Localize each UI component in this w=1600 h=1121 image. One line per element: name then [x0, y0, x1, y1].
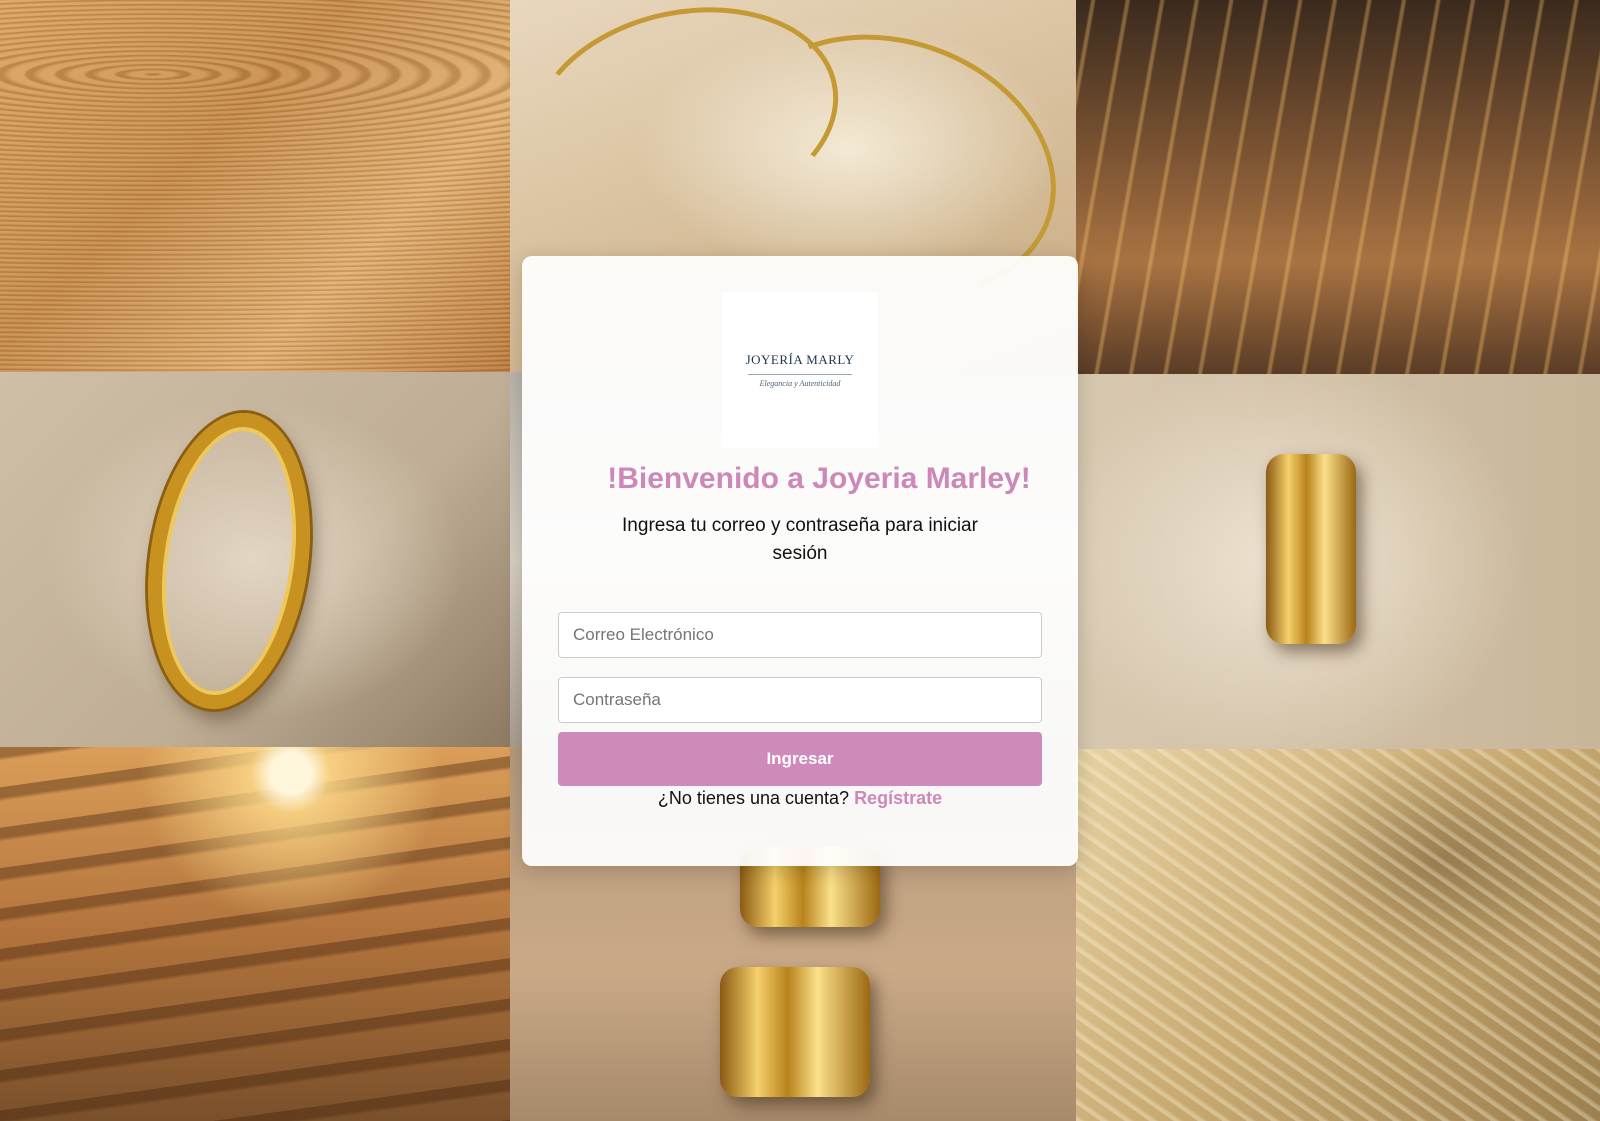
earring-shape: [720, 967, 870, 1097]
welcome-title: !Bienvenido a Joyeria Marley!: [607, 462, 1031, 495]
bg-tile-palm-water: [1076, 749, 1600, 1121]
ring-shape: [130, 402, 328, 720]
bg-tile-gold-ring: [0, 372, 510, 747]
bg-tile-gold-ring-2: [1076, 374, 1600, 749]
password-field[interactable]: [558, 677, 1042, 723]
logo-tagline: Elegancia y Autenticidad: [759, 379, 841, 388]
login-button[interactable]: Ingresar: [558, 732, 1042, 786]
register-link[interactable]: Regístrate: [854, 788, 942, 808]
bg-tile-sunlit-water: [1076, 0, 1600, 374]
login-card: JOYERÍA MARLY Elegancia y Autenticidad !…: [522, 256, 1078, 866]
logo-name: JOYERÍA MARLY: [745, 352, 855, 367]
ring-shape: [1266, 454, 1356, 644]
email-field[interactable]: [558, 612, 1042, 658]
register-prompt: ¿No tienes una cuenta? Regístrate: [522, 788, 1078, 809]
bg-tile-sunset-blinds: [0, 747, 510, 1121]
register-prompt-text: ¿No tienes una cuenta?: [657, 788, 850, 808]
login-page: JOYERÍA MARLY Elegancia y Autenticidad !…: [0, 0, 1600, 1121]
logo-divider: [748, 374, 852, 375]
brand-logo: JOYERÍA MARLY Elegancia y Autenticidad: [722, 292, 878, 448]
bg-tile-sand-dunes: [0, 0, 510, 372]
login-subtitle: Ingresa tu correo y contraseña para inic…: [622, 515, 978, 564]
